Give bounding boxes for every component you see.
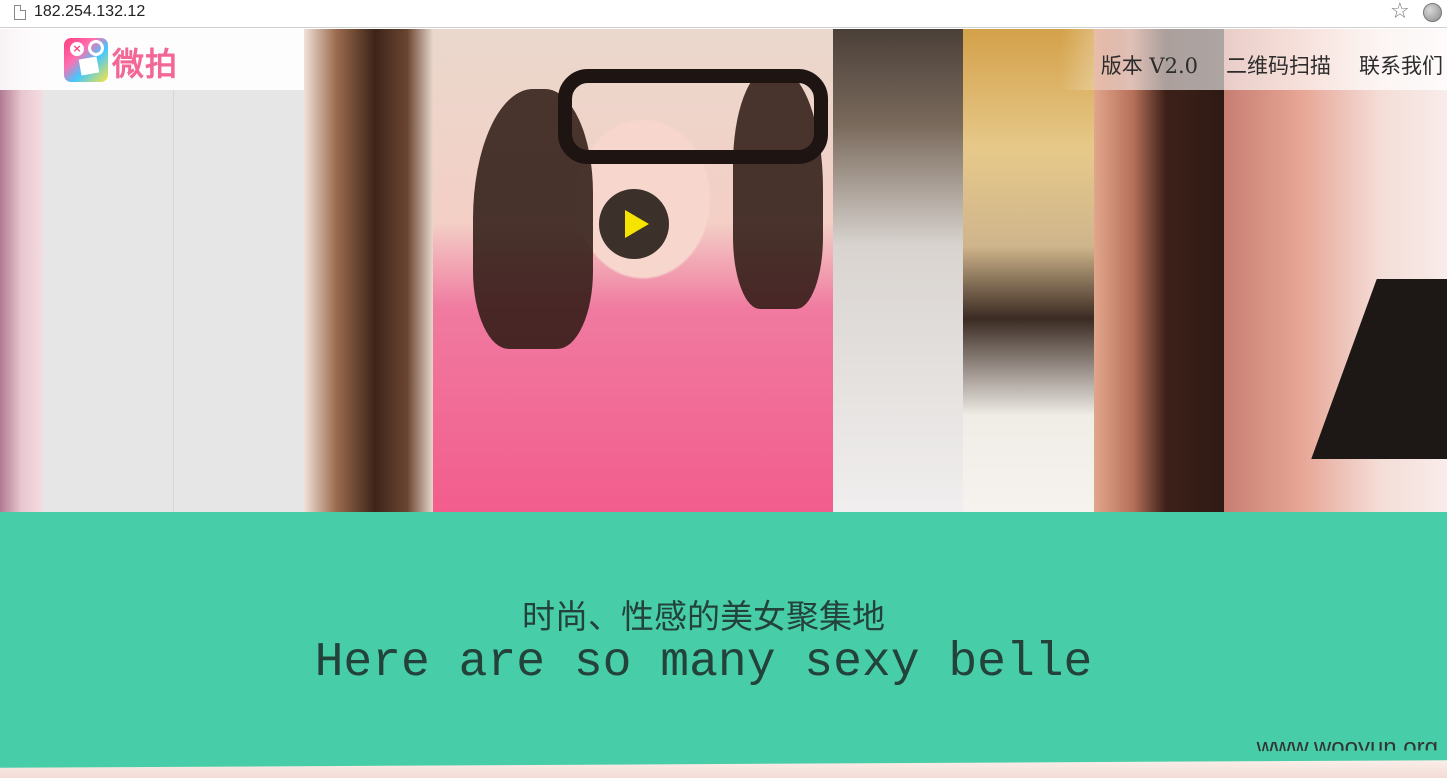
page-icon (14, 5, 26, 20)
nav-contact-us[interactable]: 联系我们 (1359, 50, 1443, 80)
globe-icon[interactable] (1423, 3, 1442, 22)
play-button[interactable] (599, 189, 669, 259)
nav-version[interactable]: 版本 V2.0 (1101, 50, 1198, 80)
photo-detail (1311, 279, 1447, 459)
main-nav: 版本 V2.0 二维码扫描 联系我们 (1060, 29, 1447, 90)
play-icon (625, 210, 649, 238)
featured-video-tile[interactable] (433, 29, 833, 512)
photo-tile[interactable] (0, 29, 43, 512)
logo-text[interactable]: 微拍 (112, 39, 178, 85)
photo-tile[interactable] (963, 29, 1094, 512)
next-section-edge (0, 760, 1447, 778)
hero-photo-strip (0, 29, 1447, 512)
address-bar[interactable]: 182.254.132.12 ☆ (0, 0, 1447, 28)
logo-square-glyph (78, 56, 100, 76)
photo-tile[interactable] (1094, 29, 1224, 512)
star-icon[interactable]: ☆ (1390, 0, 1410, 24)
logo-circle-glyph (88, 40, 104, 56)
photo-tile[interactable] (304, 29, 433, 512)
photo-tile[interactable] (1224, 29, 1447, 512)
site-header: × 微拍 版本 V2.0 二维码扫描 联系我们 (0, 29, 1447, 90)
nav-qrcode-scan[interactable]: 二维码扫描 (1226, 50, 1331, 80)
slogan-chinese: 时尚、性感的美女聚集地 (522, 597, 885, 636)
photo-tile[interactable] (833, 29, 963, 512)
logo-panel: × 微拍 (0, 29, 304, 90)
photo-tile-placeholder (174, 29, 304, 512)
url-text[interactable]: 182.254.132.12 (34, 3, 145, 21)
logo-x-glyph: × (70, 42, 84, 56)
photo-tile-placeholder (43, 29, 174, 512)
slogan-section: 时尚、性感的美女聚集地 Here are so many sexy belle … (0, 512, 1447, 761)
app-logo-icon[interactable]: × (64, 38, 108, 82)
slogan-english: Here are so many sexy belle (314, 636, 1093, 690)
